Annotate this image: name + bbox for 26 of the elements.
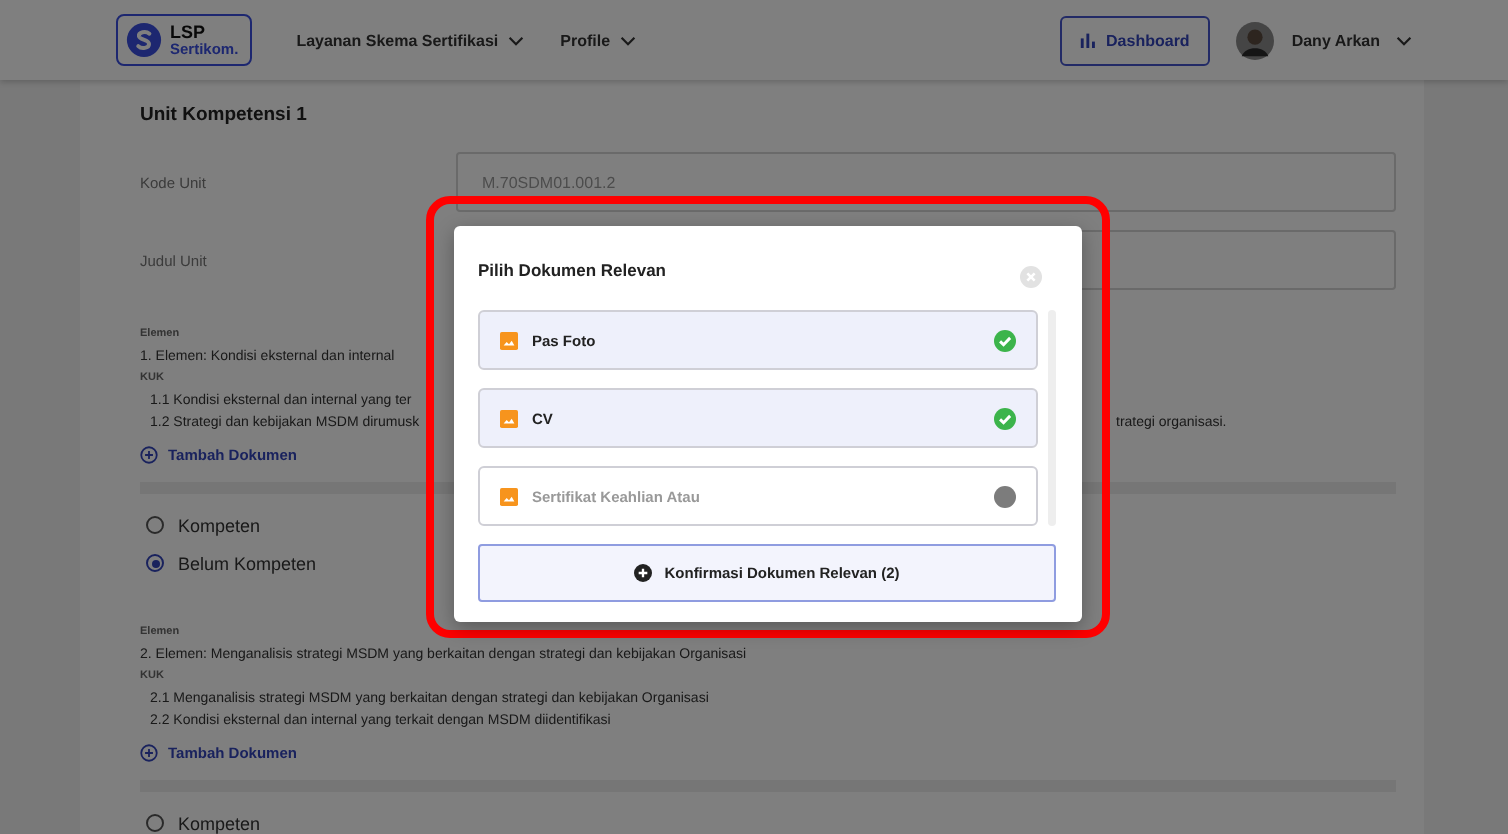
avatar[interactable] [1235,21,1274,59]
close-icon[interactable] [1020,265,1042,287]
logo-title: LSP [170,23,208,42]
image-icon [500,409,518,427]
bar-chart-icon [1080,32,1097,48]
plus-circle-icon [140,744,158,762]
plus-circle-icon [634,564,653,582]
image-icon [500,487,518,505]
radio-option[interactable]: Kompeten [140,506,261,544]
user-menu[interactable]: Dany Arkan [1291,31,1412,49]
unit-title: Unit Kompetensi 1 [140,104,309,126]
dashboard-button[interactable]: Dashboard [1060,15,1210,65]
chevron-down-icon [620,35,637,45]
plus-circle-icon [140,446,158,464]
radio-option[interactable]: Kompeten [140,804,261,834]
status-dot [994,485,1016,507]
check-icon [994,407,1016,429]
nav-menu-item[interactable]: Layanan Skema Sertifikasi [296,31,525,49]
modal-title: Pilih Dokumen Relevan [478,260,666,280]
chevron-down-icon [1396,35,1412,45]
logo-icon [126,22,162,58]
check-icon [994,329,1016,351]
nav-menu-item[interactable]: Profile [560,31,637,49]
image-icon [500,331,518,349]
radio-option[interactable]: Belum Kompeten [140,544,317,582]
chevron-down-icon [508,35,525,45]
